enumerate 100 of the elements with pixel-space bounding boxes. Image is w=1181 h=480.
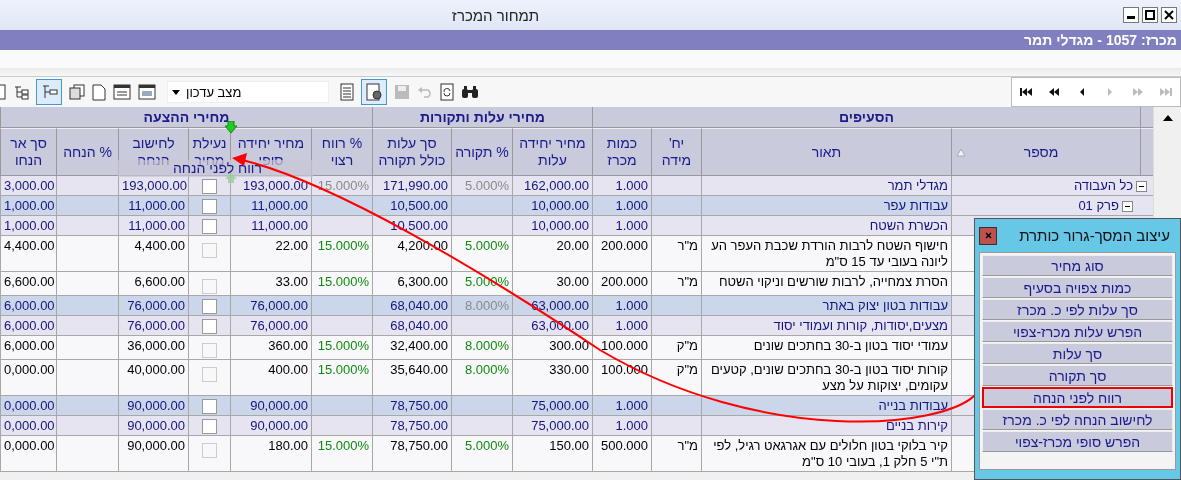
table-cell: 6,000.00 <box>0 296 56 316</box>
item-number: פרק 01 <box>1078 198 1119 214</box>
table-cell: 1,000.00 <box>0 216 56 236</box>
column-header[interactable]: סך עלות כולל תקורה <box>372 128 451 176</box>
table-cell: 76,000.00 <box>230 296 311 316</box>
table-cell: 78,750.00 <box>372 416 451 436</box>
table-cell: 180.00 <box>230 436 311 472</box>
table-cell: 1.000 <box>592 316 651 336</box>
table-cell: 5.000% <box>451 236 512 272</box>
column-item[interactable]: לחישוב הנחה לפי כ. מכרז <box>982 409 1173 430</box>
table-cell: מ"ר <box>651 272 701 296</box>
table-cell: 330.00 <box>512 360 592 396</box>
column-item[interactable]: סך עלות לפי כ. מכרז <box>982 299 1173 320</box>
table-cell: עמודי יסוד בטון ב-30 בחתכים שונים <box>701 336 951 360</box>
table-cell: עבודות בטון יצוק באתר <box>701 296 951 316</box>
table-cell: 78,750.00 <box>372 436 451 472</box>
table-cell: מ"ר <box>651 436 701 472</box>
column-header[interactable]: % תקורה <box>451 128 512 176</box>
column-group-header: הסעיפים <box>592 107 1140 128</box>
table-cell: 500.000 <box>592 436 651 472</box>
table-cell: 76,000.00 <box>118 316 188 336</box>
window-title: תמחור המכרז <box>451 6 540 24</box>
column-item[interactable]: סך תקורה <box>982 365 1173 386</box>
table-cell: 1.000 <box>592 296 651 316</box>
table-cell: חישוף השטח לרבות הורדת שכבת העפר העליונה בעובי עד 15 ס"מ <box>701 236 951 272</box>
table-cell: מ"ק <box>651 360 701 396</box>
table-cell: 33.00 <box>230 272 311 296</box>
table-cell: 36,000.00 <box>118 336 188 360</box>
table-cell: 32,400.00 <box>372 336 451 360</box>
table-cell: 11,000.00 <box>118 216 188 236</box>
table-cell: 75,000.00 <box>512 416 592 436</box>
table-cell: 68,040.00 <box>372 296 451 316</box>
column-item[interactable]: הפרש סופי מכרז-צפוי <box>982 431 1173 452</box>
table-cell: 90,000.00 <box>118 436 188 472</box>
table-cell: 90,000.00 <box>118 416 188 436</box>
table-cell: 15.000% <box>311 360 372 396</box>
table-cell: מגדלי תמר <box>701 176 951 196</box>
table-cell: 8.000% <box>451 360 512 396</box>
table-cell: 75,000.00 <box>512 396 592 416</box>
column-item[interactable]: סוג מחיר <box>982 255 1173 276</box>
table-cell: 100.000 <box>592 336 651 360</box>
table-cell: מ"ק <box>651 336 701 360</box>
table-cell: 6,600.00 <box>118 272 188 296</box>
table-cell: 10,000.00 <box>512 216 592 236</box>
table-cell: 35,640.00 <box>372 360 451 396</box>
table-cell: 4,400.00 <box>0 236 56 272</box>
table-cell: 150.00 <box>512 436 592 472</box>
table-cell: עבודות בנייה <box>701 396 951 416</box>
table-cell: 0,000.00 <box>0 436 56 472</box>
tender-title: מכרז: 1057 - מגדלי תמר <box>1024 32 1177 48</box>
table-cell: 90,000.00 <box>230 416 311 436</box>
table-cell: 68,040.00 <box>372 316 451 336</box>
mode-dropdown[interactable]: מצב עדכון <box>167 81 329 103</box>
table-cell: מ"ר <box>651 236 701 272</box>
table-cell: 30.00 <box>512 272 592 296</box>
table-cell: 15.000% <box>311 436 372 472</box>
table-cell: 76,000.00 <box>118 296 188 316</box>
table-cell: 11,000.00 <box>230 196 311 216</box>
table-cell: 1.000 <box>592 176 651 196</box>
column-item[interactable]: סך עלות <box>982 343 1173 364</box>
table-cell: הסרת צמחייה, לרבות שורשים וניקוי השטח <box>701 272 951 296</box>
table-cell: 3,000.00 <box>0 176 56 196</box>
table-cell: 90,000.00 <box>118 396 188 416</box>
column-item[interactable]: כמות צפויה בסעיף <box>982 277 1173 298</box>
column-group-header: מחירי עלות ותקורות <box>372 107 592 128</box>
table-cell: 15.000% <box>311 176 372 196</box>
column-header[interactable]: תאור <box>701 128 951 176</box>
table-cell: 10,500.00 <box>372 196 451 216</box>
column-header[interactable]: מספר <box>951 128 1140 176</box>
table-cell: 11,000.00 <box>118 196 188 216</box>
table-cell: קורות יסוד בטון ב-30 בחתכים שונים, קטעים עקומים, יצוקות על מצע <box>701 360 951 396</box>
column-header[interactable]: % הנחה <box>56 128 118 176</box>
table-cell: 200.000 <box>592 272 651 296</box>
column-header[interactable]: סך אר הנחו <box>0 128 56 176</box>
table-cell: 6,000.00 <box>0 336 56 360</box>
column-header[interactable]: יח' מידה <box>651 128 701 176</box>
table-cell: קירות בניים <box>701 416 951 436</box>
table-cell: 1.000 <box>592 396 651 416</box>
table-cell: 200.000 <box>592 236 651 272</box>
table-cell: 15.000% <box>311 272 372 296</box>
column-item[interactable]: רווח לפני הנחה <box>982 387 1173 408</box>
table-cell: 22.00 <box>230 236 311 272</box>
column-item[interactable]: הפרש עלות מכרז-צפוי <box>982 321 1173 342</box>
table-cell: 6,300.00 <box>372 272 451 296</box>
table-cell: 171,990.00 <box>372 176 451 196</box>
column-group-header: מחירי ההצעה <box>0 107 372 128</box>
column-header[interactable]: מחיר יחידה עלות <box>512 128 592 176</box>
table-cell: 15.000% <box>311 236 372 272</box>
column-header[interactable]: % רווח רצוי <box>311 128 372 176</box>
table-cell: 1,000.00 <box>0 196 56 216</box>
table-cell: 40,000.00 <box>118 360 188 396</box>
table-cell: 193,000.00 <box>118 176 188 196</box>
table-cell: 20.00 <box>512 236 592 272</box>
table-cell: 0,000.00 <box>0 360 56 396</box>
table-cell: הכשרת השטח <box>701 216 951 236</box>
table-cell: 5.000% <box>451 176 512 196</box>
table-cell: 5.000% <box>451 436 512 472</box>
column-header[interactable]: כמות מכרז <box>592 128 651 176</box>
table-cell: 78,750.00 <box>372 396 451 416</box>
table-cell: 11,000.00 <box>230 216 311 236</box>
